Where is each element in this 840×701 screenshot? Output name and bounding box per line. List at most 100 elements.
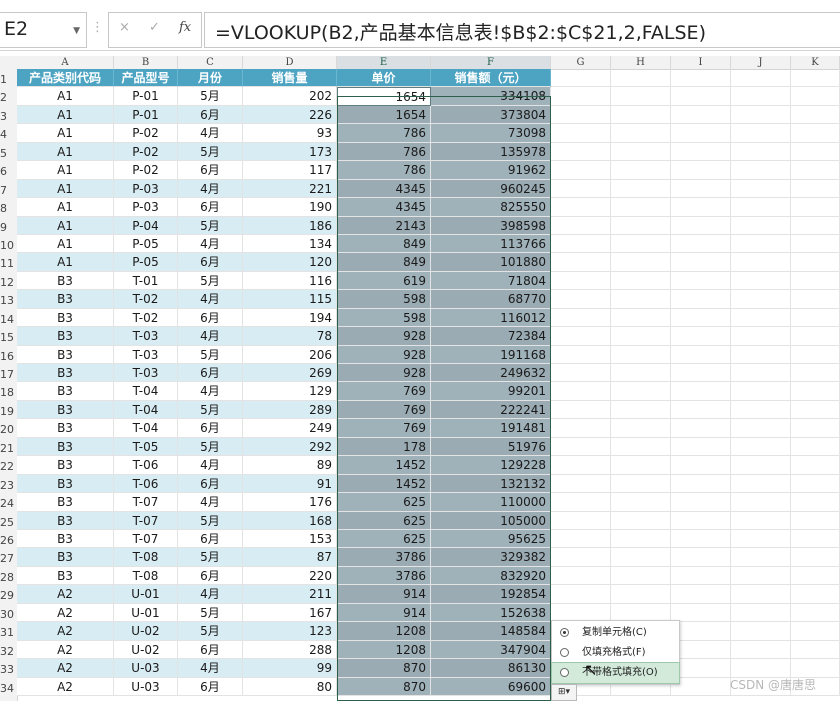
empty-cell[interactable] [611,216,671,235]
table-cell[interactable]: A2 [17,622,114,641]
table-cell[interactable]: B3 [17,474,114,494]
table-cell[interactable]: T-03 [114,327,178,346]
empty-cell[interactable] [551,474,611,494]
table-cell[interactable]: 870 [337,659,431,678]
table-cell[interactable]: 221 [243,179,337,199]
table-cell[interactable]: 5月 [178,437,243,457]
table-cell[interactable]: 398598 [431,216,551,235]
empty-cell[interactable] [671,142,731,162]
empty-cell[interactable] [671,493,731,512]
table-cell[interactable]: P-05 [114,234,178,254]
column-header-c[interactable]: C [178,56,243,69]
empty-cell[interactable] [611,69,671,88]
autofill-options-icon[interactable]: ⊞▾ [551,684,577,701]
empty-cell[interactable] [611,327,671,346]
chevron-down-icon[interactable]: ▼ [73,26,80,36]
table-cell[interactable]: 6月 [178,677,243,696]
table-cell[interactable]: 6月 [178,105,243,125]
empty-cell[interactable] [731,87,791,106]
row-header[interactable]: 10 [0,235,17,253]
row-header[interactable]: 20 [0,419,17,437]
empty-cell[interactable] [731,161,791,180]
table-cell[interactable]: A1 [17,142,114,162]
empty-cell[interactable] [671,659,731,678]
empty-cell[interactable] [551,585,611,604]
table-cell[interactable]: 598 [337,308,431,328]
empty-cell[interactable] [671,124,731,143]
table-cell[interactable]: 5月 [178,216,243,235]
empty-cell[interactable] [611,437,671,457]
empty-cell[interactable] [731,142,791,162]
empty-cell[interactable] [731,271,791,291]
table-cell[interactable]: B3 [17,364,114,383]
table-cell[interactable]: P-05 [114,253,178,272]
row-header[interactable]: 25 [0,512,17,530]
column-header-d[interactable]: D [243,56,337,69]
empty-cell[interactable] [611,585,671,604]
empty-cell[interactable] [671,161,731,180]
empty-cell[interactable] [671,179,731,199]
empty-cell[interactable] [731,419,791,438]
table-cell[interactable]: 769 [337,400,431,420]
table-cell[interactable]: 190 [243,198,337,217]
table-cell[interactable]: 6月 [178,640,243,660]
empty-cell[interactable] [791,364,840,383]
column-header-e[interactable]: E [337,56,431,69]
empty-cell[interactable] [791,400,840,420]
row-header[interactable]: 22 [0,456,17,474]
table-cell[interactable]: A2 [17,659,114,678]
table-cell[interactable]: 132132 [431,474,551,494]
table-cell[interactable]: 71804 [431,271,551,291]
empty-cell[interactable] [611,234,671,254]
empty-cell[interactable] [671,603,731,623]
table-cell[interactable]: 191481 [431,419,551,438]
table-cell[interactable]: 914 [337,585,431,604]
row-header[interactable]: 3 [0,106,17,124]
row-header[interactable]: 4 [0,124,17,142]
table-cell[interactable]: 870 [337,677,431,696]
table-cell[interactable]: 3786 [337,566,431,586]
empty-cell[interactable] [731,437,791,457]
row-header[interactable]: 14 [0,309,17,327]
empty-cell[interactable] [671,437,731,457]
table-cell[interactable]: 4月 [178,493,243,512]
table-cell[interactable]: 153 [243,530,337,549]
table-cell[interactable]: 1452 [337,456,431,475]
table-cell[interactable]: 4月 [178,456,243,475]
empty-cell[interactable] [551,234,611,254]
table-cell[interactable]: 6月 [178,419,243,438]
empty-cell[interactable] [551,400,611,420]
table-cell[interactable]: 849 [337,234,431,254]
empty-cell[interactable] [551,511,611,530]
empty-cell[interactable] [791,290,840,309]
table-cell[interactable]: T-04 [114,419,178,438]
empty-cell[interactable] [611,142,671,162]
table-cell[interactable]: T-07 [114,493,178,512]
table-cell[interactable]: 116012 [431,308,551,328]
empty-cell[interactable] [731,474,791,494]
empty-cell[interactable] [791,511,840,530]
table-cell[interactable]: 116 [243,271,337,291]
table-cell[interactable]: 91 [243,474,337,494]
empty-cell[interactable] [611,161,671,180]
empty-cell[interactable] [791,603,840,623]
empty-cell[interactable] [551,382,611,401]
empty-cell[interactable] [791,659,840,678]
table-cell[interactable]: 113766 [431,234,551,254]
table-cell[interactable]: 249632 [431,364,551,383]
table-cell[interactable]: B3 [17,456,114,475]
empty-cell[interactable] [731,566,791,586]
table-cell[interactable]: 292 [243,437,337,457]
table-cell[interactable]: 202 [243,87,337,106]
table-cell[interactable]: T-07 [114,530,178,549]
row-header[interactable]: 7 [0,180,17,198]
table-cell[interactable]: T-01 [114,271,178,291]
row-header[interactable]: 6 [0,161,17,179]
empty-cell[interactable] [551,179,611,199]
empty-cell[interactable] [611,253,671,272]
table-cell[interactable]: 6月 [178,530,243,549]
empty-cell[interactable] [791,345,840,365]
table-cell[interactable]: 211 [243,585,337,604]
empty-cell[interactable] [791,382,840,401]
row-header[interactable]: 26 [0,530,17,548]
